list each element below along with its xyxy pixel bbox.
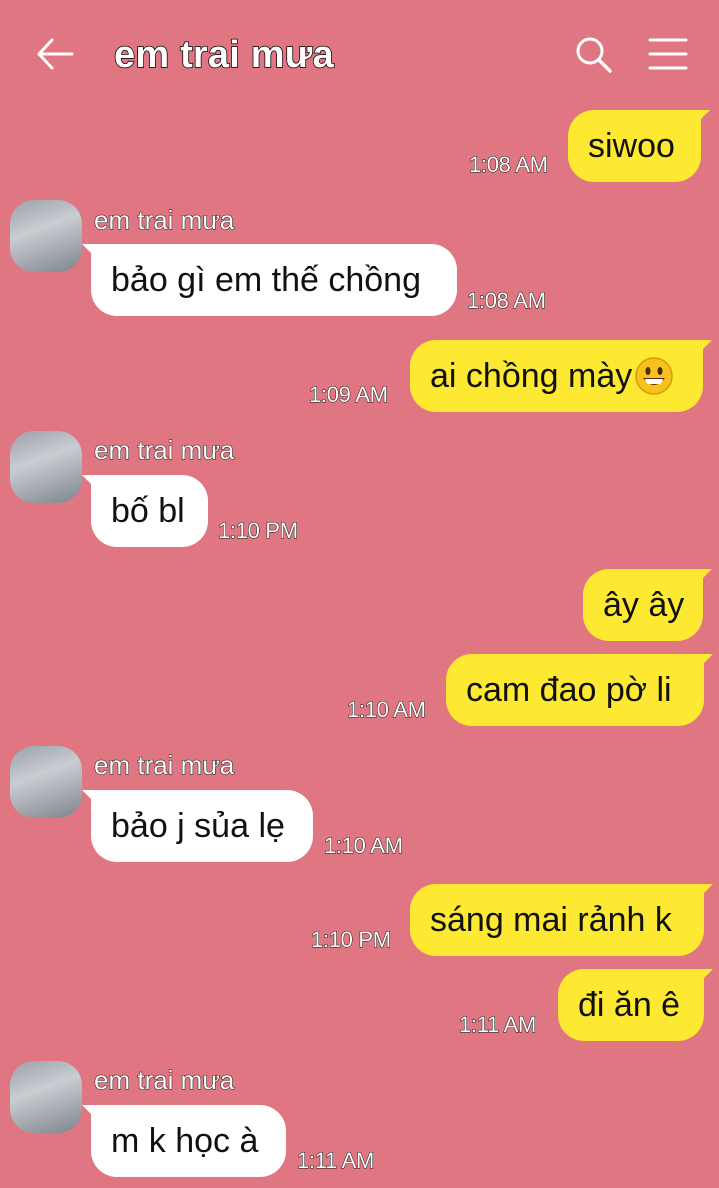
avatar[interactable] — [10, 431, 82, 503]
message-timestamp: 1:10 AM — [347, 697, 427, 723]
message-timestamp: 1:10 PM — [218, 518, 299, 544]
outgoing-message-bubble[interactable]: sáng mai rảnh k — [410, 884, 704, 956]
message-timestamp: 1:08 AM — [469, 152, 549, 178]
message-timestamp: 1:11 AM — [297, 1148, 375, 1174]
sender-name: em trai mưa — [93, 435, 235, 466]
search-icon[interactable] — [574, 35, 614, 75]
incoming-message-bubble[interactable]: bố bl — [91, 475, 208, 547]
menu-icon[interactable] — [646, 36, 690, 72]
sender-name: em trai mưa — [93, 205, 235, 236]
outgoing-message-bubble[interactable]: ai chồng mày — [410, 340, 703, 412]
outgoing-message-bubble[interactable]: siwoo — [568, 110, 701, 182]
avatar[interactable] — [10, 200, 82, 272]
message-timestamp: 1:10 PM — [311, 927, 392, 953]
message-timestamp: 1:09 AM — [309, 382, 389, 408]
message-text: ai chồng mày — [430, 357, 633, 395]
outgoing-message-bubble[interactable]: cam đao pờ li — [446, 654, 704, 726]
incoming-message-bubble[interactable]: bảo j sủa lẹ — [91, 790, 313, 862]
incoming-message-bubble[interactable]: bảo gì em thế chồng — [91, 244, 457, 316]
grinning-face-emoji-icon — [635, 357, 673, 395]
sender-name: em trai mưa — [93, 1065, 235, 1096]
outgoing-message-bubble[interactable]: ây ây — [583, 569, 703, 641]
avatar[interactable] — [10, 746, 82, 818]
back-arrow-icon[interactable] — [34, 36, 74, 72]
message-timestamp: 1:10 AM — [324, 833, 404, 859]
message-timestamp: 1:08 AM — [467, 288, 547, 314]
chat-header: em trai mưa — [0, 0, 719, 112]
sender-name: em trai mưa — [93, 750, 235, 781]
message-timestamp: 1:11 AM — [459, 1012, 537, 1038]
avatar[interactable] — [10, 1061, 82, 1133]
chat-title: em trai mưa — [113, 33, 334, 77]
outgoing-message-bubble[interactable]: đi ăn ê — [558, 969, 704, 1041]
incoming-message-bubble[interactable]: m k học à — [91, 1105, 286, 1177]
